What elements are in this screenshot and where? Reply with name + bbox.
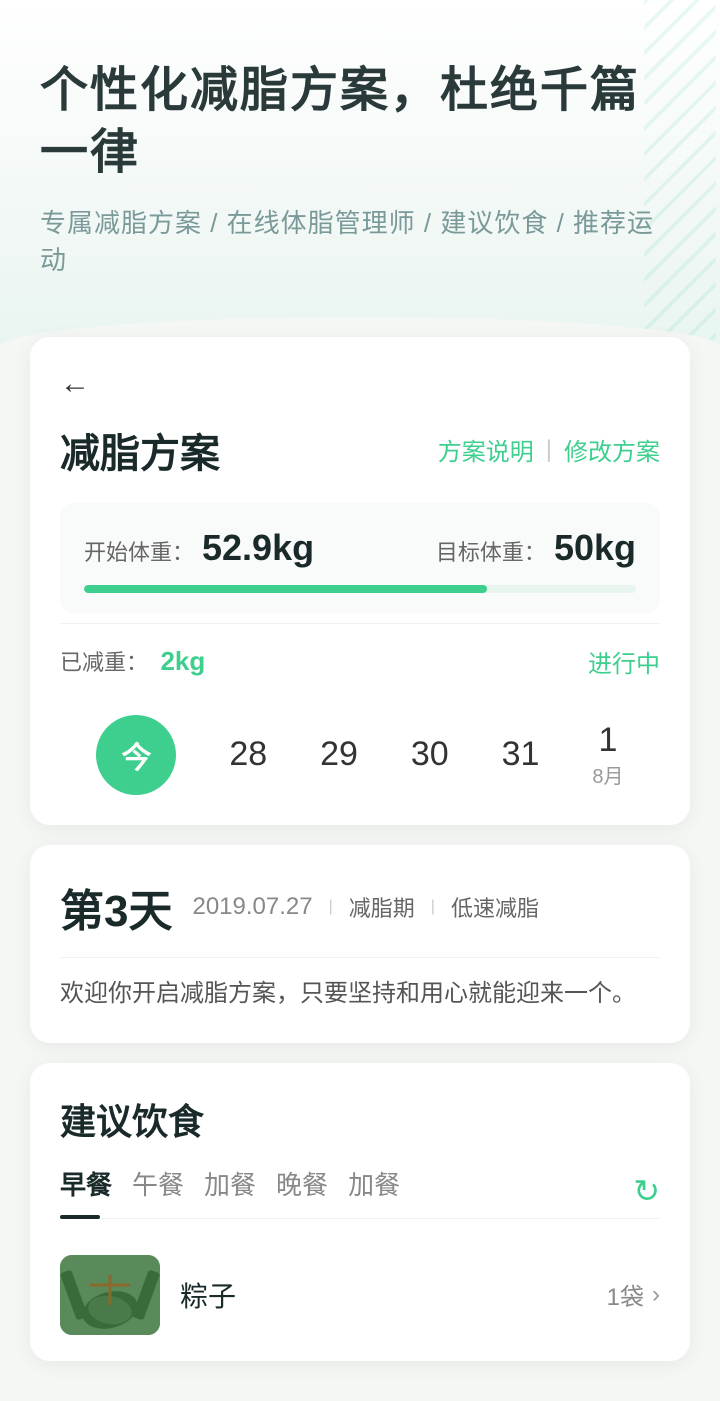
back-button[interactable]: ← <box>60 367 90 401</box>
plan-card: ← 减脂方案 方案说明 | 修改方案 开始体重： 52.9kg 目标体重： 50… <box>30 337 690 825</box>
lost-weight-info: 已减重： 2kg <box>60 645 205 677</box>
status-badge: 进行中 <box>588 644 660 679</box>
start-weight-label: 开始体重： <box>84 535 194 567</box>
day-number: 第3天 <box>60 875 172 939</box>
calendar-day-29[interactable]: 29 <box>320 735 358 774</box>
calendar-day-31[interactable]: 31 <box>502 735 540 774</box>
cal-day-num: 30 <box>411 735 449 774</box>
calendar-day-1[interactable]: 1 8月 <box>592 721 623 789</box>
calendar-day-28[interactable]: 28 <box>229 735 267 774</box>
tab-snack2[interactable]: 加餐 <box>348 1165 420 1218</box>
day-meta: 2019.07.27 | 减脂期 | 低速减脂 <box>192 891 538 923</box>
weight-row: 开始体重： 52.9kg 目标体重： 50kg <box>84 527 636 569</box>
modify-plan-link[interactable]: 修改方案 <box>564 432 660 467</box>
calendar-row: 今 28 29 30 31 1 8月 <box>60 695 660 805</box>
food-item[interactable]: 粽子 1袋 › <box>60 1239 660 1351</box>
food-section-title: 建议饮食 <box>60 1093 660 1145</box>
day-divider-2: | <box>431 898 435 916</box>
food-quantity: 1袋 <box>607 1277 644 1312</box>
main-title: 个性化减脂方案，杜绝千篇一律 <box>40 60 680 185</box>
plan-actions: 方案说明 | 修改方案 <box>438 432 660 467</box>
cal-day-num: 28 <box>229 735 267 774</box>
today-label: 今 <box>121 733 151 777</box>
day-tag-period: 减脂期 <box>349 891 415 923</box>
card-header: 减脂方案 方案说明 | 修改方案 <box>60 421 660 479</box>
tab-snack1[interactable]: 加餐 <box>204 1165 276 1218</box>
food-section: 建议饮食 早餐 午餐 加餐 晚餐 加餐 ↻ <box>30 1063 690 1361</box>
lost-weight-label: 已减重： <box>60 650 148 675</box>
main-content: ← 减脂方案 方案说明 | 修改方案 开始体重： 52.9kg 目标体重： 50… <box>0 337 720 1401</box>
cal-day-num: 31 <box>502 735 540 774</box>
day-date: 2019.07.27 <box>192 893 312 921</box>
today-button[interactable]: 今 <box>96 715 176 795</box>
target-weight-value: 50kg <box>554 527 636 569</box>
lost-weight-value: 2kg <box>160 646 205 676</box>
day-divider-1: | <box>329 898 333 916</box>
cal-day-num: 1 <box>598 721 617 760</box>
diagonal-decoration <box>640 0 720 357</box>
food-info: 粽子 <box>180 1275 587 1315</box>
progress-bar-fill <box>84 585 487 593</box>
meal-tabs: 早餐 午餐 加餐 晚餐 加餐 ↻ <box>60 1165 660 1219</box>
action-divider: | <box>546 436 552 464</box>
cal-month-label: 8月 <box>592 760 623 789</box>
day-header: 第3天 2019.07.27 | 减脂期 | 低速减脂 <box>60 875 660 939</box>
cal-day-num: 29 <box>320 735 358 774</box>
food-name: 粽子 <box>180 1281 236 1312</box>
food-thumbnail <box>60 1255 160 1335</box>
food-detail-arrow[interactable]: › <box>652 1281 660 1309</box>
plan-description-link[interactable]: 方案说明 <box>438 432 534 467</box>
calendar-day-30[interactable]: 30 <box>411 735 449 774</box>
tab-dinner[interactable]: 晚餐 <box>276 1165 348 1218</box>
header-section: 个性化减脂方案，杜绝千篇一律 专属减脂方案 / 在线体脂管理师 / 建议饮食 /… <box>0 0 720 357</box>
day-tag-type: 低速减脂 <box>451 891 539 923</box>
day-info-card: 第3天 2019.07.27 | 减脂期 | 低速减脂 欢迎你开启减脂方案，只要… <box>30 845 690 1043</box>
subtitle: 专属减脂方案 / 在线体脂管理师 / 建议饮食 / 推荐运动 <box>40 203 680 277</box>
food-row-right: 1袋 › <box>607 1277 660 1312</box>
start-weight: 开始体重： 52.9kg <box>84 527 314 569</box>
progress-bar-container <box>84 585 636 593</box>
plan-title: 减脂方案 <box>60 421 220 479</box>
tab-lunch[interactable]: 午餐 <box>132 1165 204 1218</box>
tab-breakfast[interactable]: 早餐 <box>60 1165 132 1218</box>
day-welcome-text: 欢迎你开启减脂方案，只要坚持和用心就能迎来一个。 <box>60 957 660 1023</box>
weight-info-box: 开始体重： 52.9kg 目标体重： 50kg <box>60 503 660 613</box>
target-weight-label: 目标体重： <box>436 535 546 567</box>
status-row: 已减重： 2kg 进行中 <box>60 623 660 685</box>
start-weight-value: 52.9kg <box>202 527 314 569</box>
food-image <box>60 1255 160 1335</box>
target-weight: 目标体重： 50kg <box>436 527 636 569</box>
refresh-icon[interactable]: ↻ <box>633 1172 660 1210</box>
